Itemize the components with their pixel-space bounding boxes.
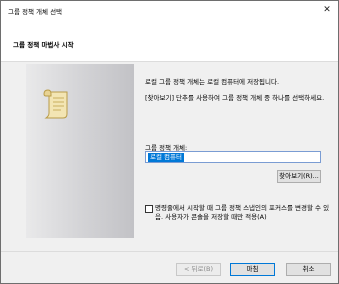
description-text: [찾아보기] 단추를 사용하여 그룹 정책 개체 중 하나를 선택하세요.: [145, 94, 325, 102]
browse-button[interactable]: 찾아보기(R)...: [277, 170, 321, 183]
gpo-field[interactable]: 로컬 컴퓨터: [145, 151, 321, 163]
intro-text: 로컬 그룹 정책 개체는 로컬 컴퓨터에 저장됩니다.: [145, 78, 280, 86]
focus-change-checkbox-label[interactable]: 명령줄에서 시작할 때 그룹 정책 스냅인의 포커스를 변경할 수 있음. 사용…: [155, 204, 330, 222]
group-policy-wizard-window: 그룹 정책 개체 선택 ✕ 그룹 정책 마법사 시작 로컬 그룹 정책 개체는 …: [0, 0, 339, 284]
scroll-icon: [43, 89, 68, 119]
wizard-title: 그룹 정책 마법사 시작: [13, 41, 74, 49]
window-title: 그룹 정책 개체 선택: [8, 8, 63, 16]
close-icon[interactable]: ✕: [320, 3, 334, 17]
gpo-field-value: 로컬 컴퓨터: [148, 153, 184, 162]
focus-change-checkbox[interactable]: [145, 205, 153, 213]
cancel-button[interactable]: 취소: [286, 263, 331, 276]
title-bar: 그룹 정책 개체 선택 ✕: [1, 1, 338, 19]
finish-button[interactable]: 마침: [230, 263, 275, 276]
wizard-header: 그룹 정책 마법사 시작: [1, 19, 338, 62]
back-button[interactable]: < 뒤로(B): [176, 263, 221, 276]
footer-divider: [1, 251, 338, 252]
